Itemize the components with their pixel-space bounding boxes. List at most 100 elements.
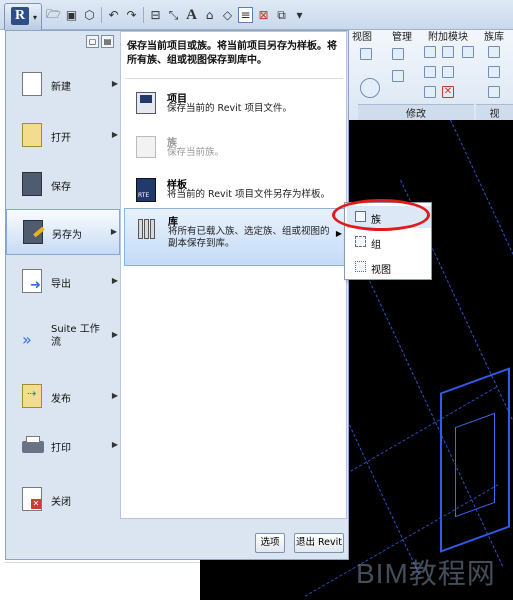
save-icon xyxy=(22,172,44,198)
switch-windows-icon[interactable]: ⧉ xyxy=(274,7,289,23)
pin-icon[interactable] xyxy=(424,86,436,98)
toolbar-divider xyxy=(101,7,102,23)
submenu-header: 保存当前项目或族。将当前项目另存为样板。将所有族、组或视图保存到库中。 xyxy=(127,41,337,66)
project-icon xyxy=(134,90,158,118)
toolbar-divider xyxy=(143,7,144,23)
trim-icon[interactable] xyxy=(392,70,404,82)
menu-item-label: 新建 xyxy=(51,82,71,93)
tab-add-ins[interactable]: 附加模块 xyxy=(422,25,480,43)
divider xyxy=(125,78,343,79)
tab-view[interactable]: 视图 xyxy=(346,25,386,43)
new-document-icon xyxy=(22,72,44,98)
flyout-item-view[interactable]: 视图 xyxy=(347,256,431,278)
light-icon[interactable] xyxy=(488,46,500,58)
copy-icon[interactable] xyxy=(442,46,454,58)
submenu-item-description: 保存当前族。 xyxy=(167,147,225,158)
menu-item-export[interactable]: ➜ 导出 ▶ xyxy=(6,259,120,305)
save-icon[interactable]: ▣ xyxy=(64,7,79,23)
menu-item-close[interactable]: ✕ 关闭 xyxy=(6,477,120,523)
scale-icon[interactable] xyxy=(442,66,454,78)
menu-item-open[interactable]: 打开 ▶ xyxy=(6,113,120,159)
menu-items-list: 新建 ▶ 打开 ▶ 保存 另存为 ▶ ➜ 导出 ▶ » Suite 工作流 ▶ … xyxy=(6,57,120,549)
suite-workflows-icon: » xyxy=(22,330,32,349)
printer-icon xyxy=(22,433,44,459)
submenu-arrow-icon: ▶ xyxy=(111,130,118,139)
flyout-item-label: 视图 xyxy=(371,265,391,276)
save-as-icon xyxy=(23,220,45,246)
submenu-arrow-icon: ▶ xyxy=(111,440,118,449)
tag-icon[interactable]: ◇ xyxy=(220,7,235,23)
submenu-item-description: 保存当前的 Revit 项目文件。 xyxy=(167,103,293,114)
library-icon xyxy=(135,213,159,241)
menu-item-publish[interactable]: ⇢ 发布 ▶ xyxy=(6,374,120,420)
close-document-icon: ✕ xyxy=(22,487,44,513)
offset-icon[interactable] xyxy=(392,48,404,60)
panel-modify-label: 修改 xyxy=(358,104,474,120)
family-icon xyxy=(134,134,158,162)
recent-documents-icon[interactable]: ▢ xyxy=(86,35,99,48)
submenu-arrow-icon: ▶ xyxy=(111,391,118,400)
menu-top-icons: ▢ ▤ xyxy=(86,35,114,48)
link-icon[interactable] xyxy=(488,86,500,98)
move-icon[interactable] xyxy=(424,46,436,58)
menu-item-label: 另存为 xyxy=(52,230,82,241)
thin-lines-icon[interactable]: ≡ xyxy=(238,7,253,23)
array-icon[interactable] xyxy=(424,66,436,78)
3d-view-icon[interactable]: ⌂ xyxy=(202,7,217,23)
save-as-submenu: 保存当前项目或族。将当前项目另存为样板。将所有族、组或视图保存到库中。 项目 保… xyxy=(120,31,347,519)
export-icon: ➜ xyxy=(22,269,44,295)
application-menu-button[interactable]: R ▾ xyxy=(4,3,42,30)
application-menu: ▢ ▤ 新建 ▶ 打开 ▶ 保存 另存为 ▶ ➜ 导出 ▶ » Suite 工作… xyxy=(5,30,349,560)
flyout-item-group[interactable]: 组 xyxy=(347,231,431,253)
dimension-icon[interactable]: ⤡ xyxy=(166,7,181,23)
highlight-annotation xyxy=(332,199,430,231)
menu-item-label: 打开 xyxy=(51,133,71,144)
submenu-item-project[interactable]: 项目 保存当前的 Revit 项目文件。 xyxy=(124,86,345,130)
submenu-arrow-icon: ▶ xyxy=(335,229,342,238)
ribbon-tabs: 视图 管理 附加模块 族库 xyxy=(346,25,510,43)
menu-item-suite-workflows[interactable]: » Suite 工作流 ▶ xyxy=(6,313,120,359)
menu-item-label: 打印 xyxy=(51,443,71,454)
menu-item-label: Suite 工作流 xyxy=(51,324,100,348)
menu-item-print[interactable]: 打印 ▶ xyxy=(6,423,120,469)
panel-view-label: 视 xyxy=(476,104,513,120)
submenu-arrow-icon: ▶ xyxy=(111,276,118,285)
menu-item-label: 发布 xyxy=(51,394,71,405)
menu-item-label: 导出 xyxy=(51,279,71,290)
open-folder-icon[interactable]: 🗁 xyxy=(46,7,61,23)
submenu-item-library[interactable]: 库 将所有已载入族、选定族、组或视图的副本保存到库。 ▶ xyxy=(124,208,345,266)
redo-icon[interactable]: ↷ xyxy=(124,7,139,23)
customize-icon[interactable]: ▾ xyxy=(292,7,307,23)
menu-item-save-as[interactable]: 另存为 ▶ xyxy=(6,209,120,255)
undo-icon[interactable]: ↶ xyxy=(106,7,121,23)
tab-manage[interactable]: 管理 xyxy=(386,25,422,43)
submenu-arrow-icon: ▶ xyxy=(111,330,118,339)
options-button[interactable]: 选项 xyxy=(255,533,285,553)
measure-icon[interactable]: ⊟ xyxy=(148,7,163,23)
split-icon[interactable] xyxy=(462,46,474,58)
sync-icon[interactable]: ⬡ xyxy=(82,7,97,23)
flyout-item-label: 组 xyxy=(371,240,381,251)
properties-area xyxy=(5,562,200,600)
view-icon xyxy=(355,261,366,272)
watermark: BIM教程网 xyxy=(356,558,496,589)
open-folder-icon xyxy=(22,123,44,149)
menu-item-new[interactable]: 新建 ▶ xyxy=(6,62,120,108)
revit-logo-icon: R xyxy=(11,7,29,25)
exit-revit-button[interactable]: 退出 Revit xyxy=(294,533,344,553)
text-icon[interactable]: A xyxy=(184,7,199,23)
rotate-icon[interactable] xyxy=(360,78,380,98)
align-icon[interactable] xyxy=(360,48,372,60)
open-documents-icon[interactable]: ▤ xyxy=(101,35,114,48)
menu-item-save[interactable]: 保存 xyxy=(6,162,120,208)
brush-icon[interactable] xyxy=(488,66,500,78)
template-icon: RTE xyxy=(134,176,158,204)
menu-item-label: 关闭 xyxy=(51,497,71,508)
close-inactive-icon[interactable]: ⊠ xyxy=(256,7,271,23)
tab-family-library[interactable]: 族库 xyxy=(480,25,510,43)
submenu-item-family: 族 保存当前族。 xyxy=(124,130,345,174)
delete-icon[interactable]: ✕ xyxy=(442,86,454,98)
submenu-item-description: 将所有已载入族、选定族、组或视图的副本保存到库。 xyxy=(168,226,330,249)
chevron-down-icon: ▾ xyxy=(32,13,37,22)
menu-item-label: 保存 xyxy=(51,182,71,193)
